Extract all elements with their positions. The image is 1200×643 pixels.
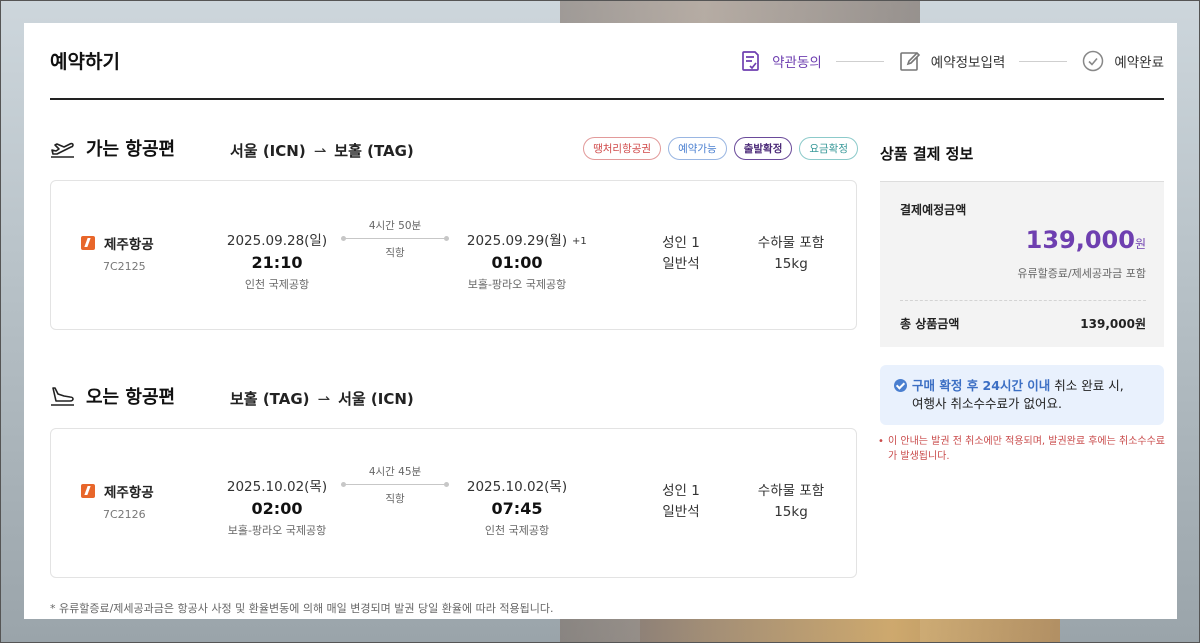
status-badge: 요금확정 <box>799 137 858 160</box>
direct-flight-text: 직항 <box>385 247 405 259</box>
terms-check-icon <box>742 51 759 71</box>
section-title-text: 가는 항공편 <box>86 139 176 160</box>
duration-line <box>341 236 449 241</box>
step-label: 약관동의 <box>772 55 822 71</box>
step-complete: 예약완료 <box>1081 49 1164 73</box>
plane-takeoff-icon <box>51 142 74 158</box>
currency-unit: 원 <box>1134 237 1146 251</box>
outbound-route: 서울 (ICN) ⇀ 보홀 (TAG) <box>230 140 414 161</box>
departure-airport: 인천 국제공항 <box>244 278 310 291</box>
page-title: 예약하기 <box>50 51 120 73</box>
departure-info: 2025.10.02(목) 02:00 보홀-팡라오 국제공항 <box>197 475 357 538</box>
status-badge: 예약가능 <box>668 137 727 160</box>
page-header: 예약하기 약관동의 예약정보입력 예약완료 <box>50 23 1164 100</box>
cancellation-notice: 구매 확정 후 24시간 이내 취소 완료 시, 여행사 취소수수료가 없어요. <box>880 365 1164 425</box>
airline-logo-icon <box>81 236 95 250</box>
step-label: 예약완료 <box>1114 55 1164 71</box>
check-badge-icon <box>894 379 907 392</box>
total-value: 139,000원 <box>1080 317 1146 331</box>
total-label: 총 상품금액 <box>900 317 960 331</box>
baggage-info: 수하물 포함 15kg <box>751 481 831 523</box>
direct-flight-text: 직항 <box>385 493 405 505</box>
baggage-label: 수하물 포함 <box>757 235 825 251</box>
departure-airport: 보홀-팡라오 국제공항 <box>227 524 327 537</box>
step-indicator: 약관동의 예약정보입력 예약완료 <box>739 49 1164 73</box>
flight-code: 7C2125 <box>103 260 146 273</box>
baggage-weight: 15kg <box>774 256 808 272</box>
notice-highlight: 구매 확정 후 24시간 이내 <box>912 378 1051 393</box>
step-info-input: 예약정보입력 <box>898 49 1006 73</box>
expected-amount-label: 결제예정금액 <box>900 203 967 217</box>
departure-time: 02:00 <box>251 499 303 518</box>
airline-name: 제주항공 <box>104 485 154 501</box>
fare-footnote: * 유류할증료/제세공과금은 항공사 사정 및 환율변동에 의해 매일 변경되며… <box>50 602 554 615</box>
passenger-info: 성인 1 일반석 <box>651 481 711 523</box>
departure-date: 2025.10.02(목) <box>226 479 328 495</box>
airline-logo-icon <box>81 484 95 498</box>
plane-landing-icon <box>51 387 74 406</box>
inbound-section-title: 오는 항공편 <box>50 383 175 409</box>
arrival-info: 2025.10.02(목) 07:45 인천 국제공항 <box>437 475 597 538</box>
step-divider <box>835 60 884 62</box>
passenger-info: 성인 1 일반석 <box>651 233 711 275</box>
divider <box>900 300 1146 301</box>
status-badges: 땡처리항공권 예약가능 출발확정 요금확정 <box>583 137 858 160</box>
edit-form-icon <box>899 51 920 71</box>
arrival-date: 2025.10.02(목) <box>466 479 568 495</box>
flight-duration: 4시간 45분 직항 <box>341 464 449 506</box>
route-from: 보홀 (TAG) <box>230 390 310 408</box>
check-circle-icon <box>1083 50 1104 72</box>
payment-title: 상품 결제 정보 <box>880 145 974 163</box>
route-arrow-icon: ⇀ <box>317 389 331 408</box>
cancellation-warning: • 이 안내는 발권 전 취소에만 적용되며, 발권완료 후에는 취소수수료가 … <box>878 434 1166 464</box>
passenger-count: 성인 1 <box>662 235 700 251</box>
baggage-info: 수하물 포함 15kg <box>751 233 831 275</box>
step-terms: 약관동의 <box>739 49 822 73</box>
departure-time: 21:10 <box>251 253 303 272</box>
inbound-route: 보홀 (TAG) ⇀ 서울 (ICN) <box>230 388 414 409</box>
passenger-count: 성인 1 <box>662 483 700 499</box>
inbound-flight-card: 제주항공 7C2126 2025.10.02(목) 02:00 보홀-팡라오 국… <box>50 428 857 578</box>
status-badge: 출발확정 <box>733 137 793 160</box>
step-label: 예약정보입력 <box>930 55 1006 71</box>
cabin-class: 일반석 <box>662 504 700 520</box>
route-to: 보홀 (TAG) <box>334 142 414 160</box>
includes-note: 유류할증료/제세공과금 포함 <box>1017 267 1146 280</box>
baggage-weight: 15kg <box>774 504 808 520</box>
route-arrow-icon: ⇀ <box>313 141 327 160</box>
airline-info: 제주항공 7C2126 <box>81 481 154 521</box>
next-day-indicator: +1 <box>572 236 587 247</box>
departure-date: 2025.09.28(일) <box>226 233 328 249</box>
payment-summary: 결제예정금액 139,000원 유류할증료/제세공과금 포함 총 상품금액 13… <box>880 181 1164 347</box>
route-to: 서울 (ICN) <box>338 390 414 408</box>
flight-code: 7C2126 <box>103 508 146 521</box>
cabin-class: 일반석 <box>662 256 700 272</box>
notice-line2: 여행사 취소수수료가 없어요. <box>912 396 1062 411</box>
arrival-airport: 인천 국제공항 <box>484 524 550 537</box>
flight-duration: 4시간 50분 직항 <box>341 218 449 260</box>
route-from: 서울 (ICN) <box>230 142 306 160</box>
booking-panel: 예약하기 약관동의 예약정보입력 예약완료 가는 항공편 서울 (ICN) ⇀ … <box>24 23 1177 619</box>
expected-amount: 139,000원 <box>1026 226 1146 254</box>
baggage-label: 수하물 포함 <box>757 483 825 499</box>
arrival-airport: 보홀-팡라오 국제공항 <box>467 278 567 291</box>
arrival-time: 07:45 <box>491 499 543 518</box>
warning-text: 이 안내는 발권 전 취소에만 적용되며, 발권완료 후에는 취소수수료가 발생… <box>888 436 1166 462</box>
bullet: • <box>878 436 884 447</box>
arrival-time: 01:00 <box>491 253 543 272</box>
airline-info: 제주항공 7C2125 <box>81 233 154 273</box>
step-divider <box>1019 60 1068 62</box>
airline-name: 제주항공 <box>104 237 154 253</box>
duration-line <box>341 482 449 487</box>
departure-info: 2025.09.28(일) 21:10 인천 국제공항 <box>197 229 357 292</box>
status-badge: 땡처리항공권 <box>583 137 662 160</box>
notice-rest: 취소 완료 시, <box>1050 378 1124 393</box>
outbound-flight-card: 제주항공 7C2125 2025.09.28(일) 21:10 인천 국제공항 … <box>50 180 857 330</box>
duration-text: 4시간 50분 <box>368 220 422 232</box>
notice-text: 구매 확정 후 24시간 이내 취소 완료 시, 여행사 취소수수료가 없어요. <box>912 377 1152 413</box>
duration-text: 4시간 45분 <box>368 466 422 478</box>
outbound-section-title: 가는 항공편 <box>50 135 175 161</box>
section-title-text: 오는 항공편 <box>86 387 176 408</box>
amount-value: 139,000 <box>1025 226 1135 254</box>
